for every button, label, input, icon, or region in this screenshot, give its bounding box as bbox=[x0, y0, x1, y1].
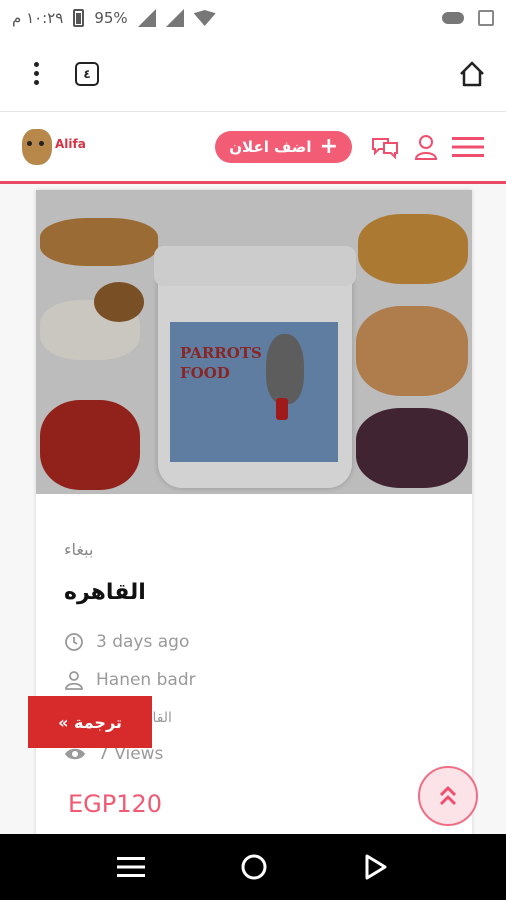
author-name[interactable]: Hanen badr bbox=[96, 670, 196, 690]
battery-level: 95% bbox=[94, 9, 128, 27]
wifi-icon bbox=[193, 10, 216, 26]
double-chevron-up-icon bbox=[439, 786, 457, 806]
user-icon[interactable] bbox=[414, 134, 438, 160]
posted-time: 3 days ago bbox=[96, 632, 190, 652]
status-bar: ١٠:٢٩ م 95% bbox=[0, 0, 506, 36]
signal-icon bbox=[137, 9, 156, 27]
browser-toolbar: ٤ bbox=[0, 36, 506, 112]
battery-icon bbox=[73, 9, 85, 27]
listing-price: EGP120 bbox=[68, 790, 163, 818]
add-ad-button[interactable]: اضف اعلان + bbox=[215, 130, 352, 163]
dog-logo-icon bbox=[22, 128, 52, 165]
signal-icon-2 bbox=[165, 9, 184, 27]
site-header: Alifa اضف اعلان + bbox=[0, 112, 506, 184]
tab-switcher-button[interactable]: ٤ bbox=[75, 61, 99, 86]
recents-menu-icon[interactable] bbox=[117, 855, 146, 879]
back-triangle-icon[interactable] bbox=[363, 853, 389, 881]
cloud-icon bbox=[442, 12, 464, 24]
translate-button[interactable]: « ترجمة bbox=[28, 696, 152, 748]
hamburger-menu-icon[interactable] bbox=[452, 135, 484, 159]
image-notification-icon bbox=[478, 10, 494, 26]
home-circle-icon[interactable] bbox=[240, 853, 268, 881]
add-ad-label: اضف اعلان bbox=[229, 137, 312, 156]
scroll-top-button[interactable] bbox=[418, 766, 478, 826]
eye-icon bbox=[65, 748, 85, 760]
listing-photo[interactable]: PARROTS FOOD bbox=[36, 190, 472, 494]
plus-icon: + bbox=[319, 133, 338, 159]
clock-icon bbox=[65, 633, 83, 651]
page: ١٠:٢٩ م 95% ٤ Alifa اضف اعلان + PARROTS … bbox=[0, 0, 506, 900]
user-icon bbox=[65, 671, 83, 690]
status-time: ١٠:٢٩ م bbox=[12, 9, 64, 27]
android-nav-bar bbox=[0, 834, 506, 900]
home-icon[interactable] bbox=[458, 60, 486, 88]
listing-title[interactable]: القاهره bbox=[64, 580, 146, 605]
menu-dots-icon[interactable] bbox=[34, 62, 39, 85]
logo-text: Alifa bbox=[55, 136, 86, 151]
chat-icon[interactable] bbox=[370, 135, 400, 159]
site-logo[interactable]: Alifa bbox=[22, 128, 86, 165]
listing-card[interactable]: PARROTS FOOD ببغاء القاهره 3 days ago Ha… bbox=[36, 190, 472, 850]
meta-author: Hanen badr bbox=[64, 670, 196, 690]
listing-category[interactable]: ببغاء bbox=[64, 540, 93, 559]
meta-posted: 3 days ago bbox=[64, 632, 189, 652]
